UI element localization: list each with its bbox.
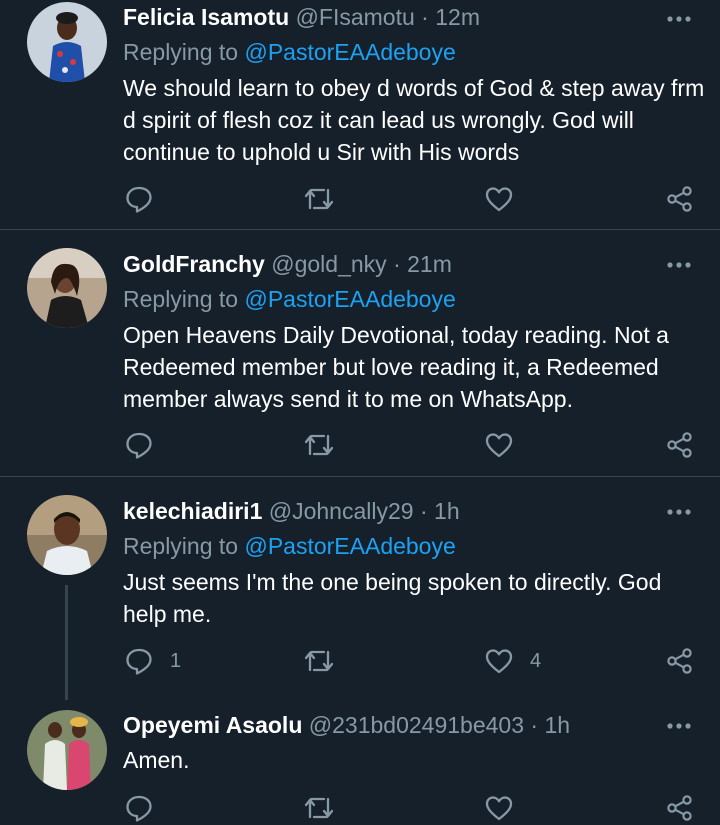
avatar[interactable]: [27, 2, 107, 82]
timestamp[interactable]: 21m: [407, 251, 452, 277]
separator: ·: [530, 712, 539, 738]
replying-to-label: Replying to: [123, 39, 239, 65]
like-icon: [485, 433, 513, 458]
more-options-icon[interactable]: [665, 719, 695, 731]
author-name[interactable]: Felicia Isamotu: [123, 4, 289, 30]
reply-icon: [126, 648, 152, 675]
tweet-actions: [0, 791, 720, 825]
share-icon: [667, 186, 692, 212]
share-icon: [667, 795, 692, 821]
like-button[interactable]: 4: [484, 644, 541, 678]
retweet-button[interactable]: [302, 791, 336, 825]
author-name[interactable]: GoldFranchy: [123, 251, 265, 277]
tweet-felicia[interactable]: Felicia Isamotu @FIsamotu · 12m Replying…: [0, 0, 720, 228]
reply-count: 1: [170, 649, 182, 672]
thread-line: [65, 585, 68, 700]
like-button[interactable]: [484, 791, 530, 825]
like-icon: [485, 187, 513, 212]
share-button[interactable]: [665, 644, 695, 678]
tweet-kelechiadiri[interactable]: kelechiadiri1 @Johncally29 · 1h Replying…: [0, 477, 720, 700]
mention-link[interactable]: @PastorEAAdeboye: [244, 39, 455, 65]
separator: ·: [393, 251, 401, 277]
retweet-button[interactable]: [302, 428, 336, 462]
share-button[interactable]: [665, 182, 695, 216]
like-icon: [485, 649, 513, 674]
separator: ·: [419, 498, 428, 524]
tweet-text: Open Heavens Daily Devotional, today rea…: [123, 322, 669, 412]
tweet-goldfranchy[interactable]: GoldFranchy @gold_nky · 21m Replying to …: [0, 230, 720, 476]
like-button[interactable]: [484, 428, 530, 462]
avatar[interactable]: [27, 248, 107, 328]
like-icon: [485, 796, 513, 821]
author-name[interactable]: Opeyemi Asaolu: [123, 712, 302, 738]
reply-icon: [126, 186, 152, 213]
tweet-actions: [0, 428, 720, 462]
share-icon: [667, 432, 692, 458]
tweet-actions: [0, 182, 720, 216]
tweet-text: Just seems I'm the one being spoken to d…: [123, 569, 662, 627]
more-options-icon[interactable]: [665, 505, 695, 517]
retweet-icon: [304, 797, 334, 819]
like-count: 4: [530, 649, 542, 672]
avatar[interactable]: [27, 710, 107, 790]
share-button[interactable]: [665, 791, 695, 825]
replying-to-label: Replying to: [123, 533, 239, 559]
timestamp[interactable]: 12m: [435, 4, 480, 30]
reply-icon: [126, 432, 152, 459]
timestamp[interactable]: 1h: [544, 712, 570, 738]
more-options-icon[interactable]: [665, 12, 695, 24]
author-name[interactable]: kelechiadiri1: [123, 498, 262, 524]
reply-button[interactable]: [124, 182, 170, 216]
author-handle[interactable]: @Johncally29: [269, 498, 414, 524]
reply-icon: [126, 795, 152, 822]
tweet-text: Amen.: [123, 747, 190, 773]
retweet-icon: [304, 650, 334, 672]
retweet-icon: [304, 434, 334, 456]
retweet-icon: [304, 188, 334, 210]
avatar[interactable]: [27, 495, 107, 575]
share-button[interactable]: [665, 428, 695, 462]
reply-button[interactable]: [124, 428, 170, 462]
timestamp[interactable]: 1h: [434, 498, 460, 524]
like-button[interactable]: [484, 182, 530, 216]
tweet-actions: 1 4: [0, 644, 720, 678]
retweet-button[interactable]: [302, 644, 336, 678]
share-icon: [667, 648, 692, 674]
tweet-text: We should learn to obey d words of God &…: [123, 75, 705, 165]
retweet-button[interactable]: [302, 182, 336, 216]
reply-button[interactable]: [124, 791, 170, 825]
mention-link[interactable]: @PastorEAAdeboye: [244, 533, 455, 559]
author-handle[interactable]: @gold_nky: [271, 251, 386, 277]
author-handle[interactable]: @231bd02491be403: [309, 712, 524, 738]
author-handle[interactable]: @FIsamotu: [296, 4, 415, 30]
more-options-icon[interactable]: [665, 258, 695, 270]
mention-link[interactable]: @PastorEAAdeboye: [244, 286, 455, 312]
tweet-opeyemi[interactable]: Opeyemi Asaolu @231bd02491be403 · 1h Ame…: [0, 700, 720, 822]
separator: ·: [421, 4, 429, 30]
reply-button[interactable]: 1: [124, 644, 181, 678]
replying-to-label: Replying to: [123, 286, 239, 312]
